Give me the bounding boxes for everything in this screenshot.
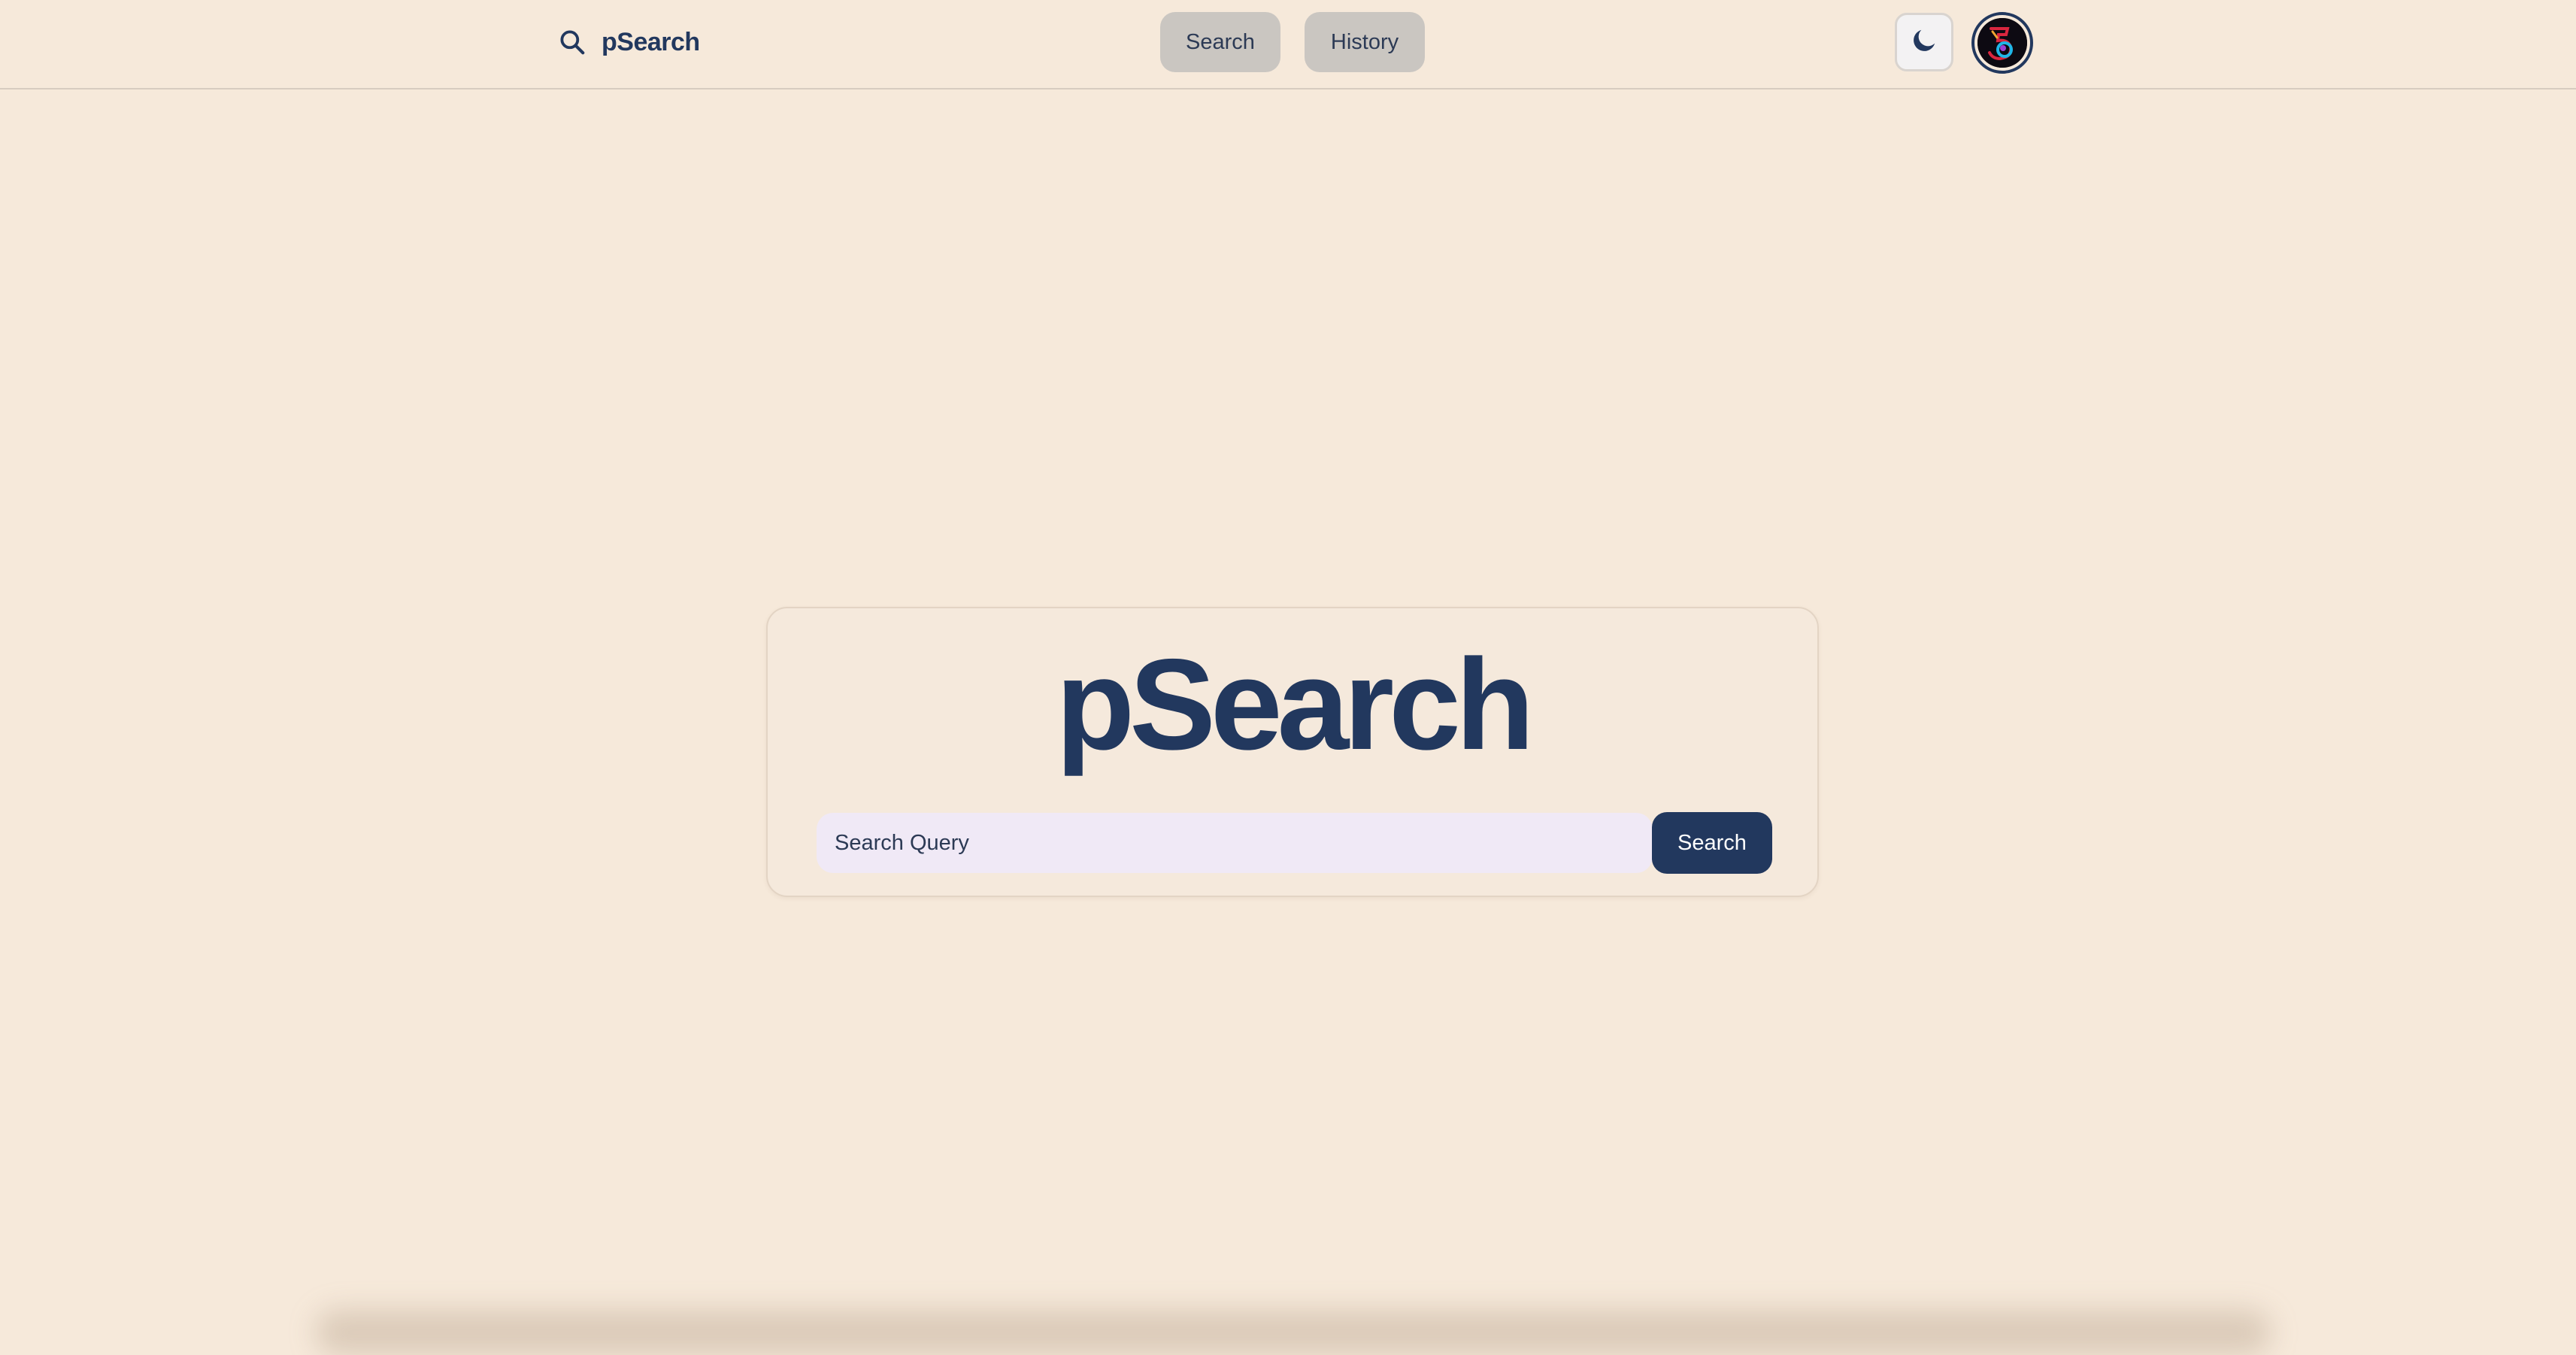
brand-name: pSearch [602, 27, 700, 56]
avatar-image [1977, 18, 2027, 68]
brand-link[interactable]: pSearch [558, 26, 700, 59]
nav-tabs: Search History [1160, 12, 1425, 72]
search-button[interactable]: Search [1652, 812, 1772, 874]
moon-icon [1909, 26, 1939, 59]
top-navbar: pSearch Search History [0, 0, 2576, 89]
search-card: pSearch Search [766, 607, 1819, 897]
theme-toggle-button[interactable] [1895, 13, 1953, 71]
search-input[interactable] [817, 813, 1653, 873]
search-icon [558, 28, 586, 56]
bottom-shadow [316, 1310, 2271, 1355]
page-title: pSearch [1056, 632, 1535, 777]
tab-history[interactable]: History [1305, 12, 1425, 72]
avatar[interactable] [1971, 12, 2033, 74]
tab-search[interactable]: Search [1160, 12, 1280, 72]
